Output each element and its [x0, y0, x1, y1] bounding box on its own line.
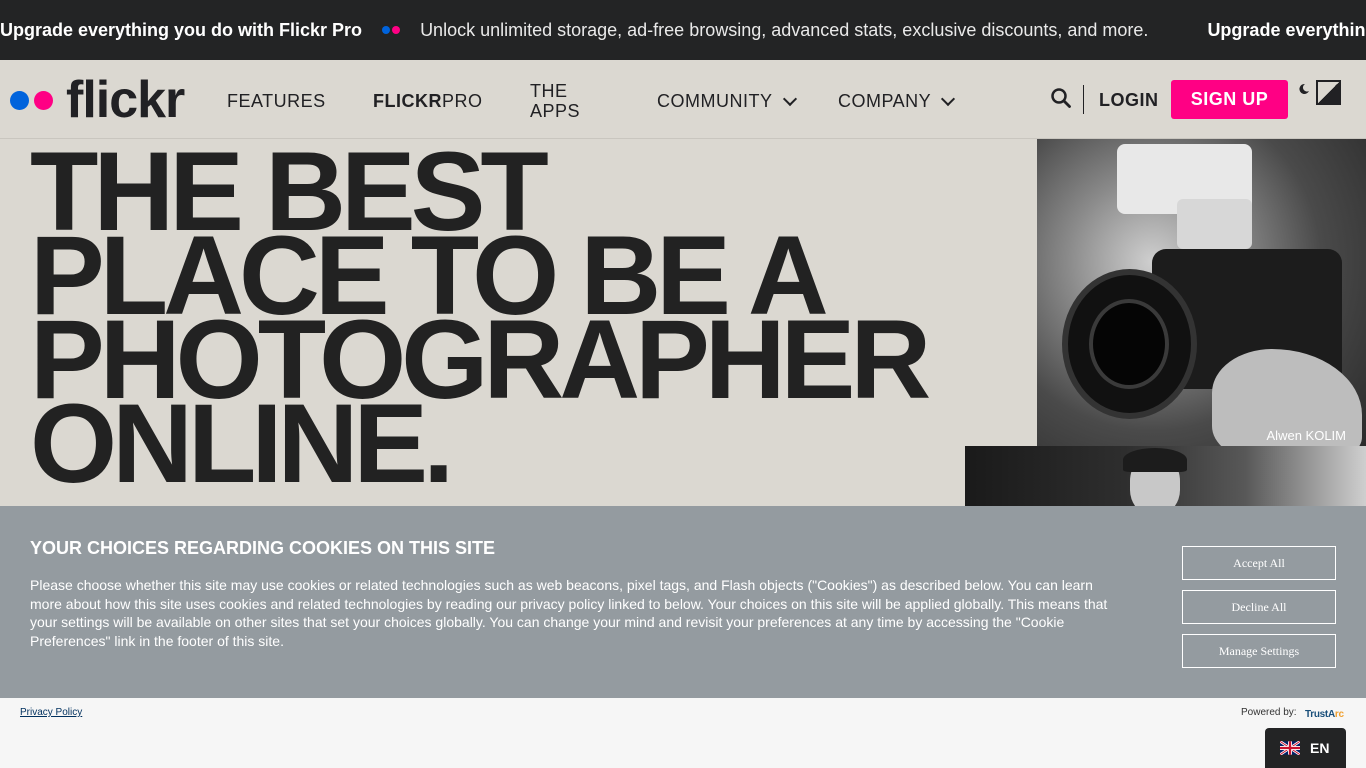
nav-features-label: FEATURES: [227, 91, 326, 111]
cookie-title: YOUR CHOICES REGARDING COOKIES ON THIS S…: [30, 538, 496, 558]
uk-flag-icon: [1280, 741, 1300, 755]
camera-flash-base-shape: [1177, 199, 1252, 249]
chevron-down-icon: [941, 91, 956, 106]
accept-all-button[interactable]: Accept All: [1182, 546, 1336, 580]
trustarc-logo-a: TrustA: [1305, 709, 1335, 720]
camera-lens-inner-shape: [1089, 299, 1169, 389]
nav-community-label: COMMUNITY: [657, 91, 773, 111]
signup-button[interactable]: SIGN UP: [1171, 80, 1288, 119]
promo-track: Upgrade everything you do with Flickr Pr…: [0, 0, 1366, 60]
hero-photo-camera: Alwen KOLIM: [1037, 139, 1366, 446]
nav-apps-line2: APPS: [530, 101, 581, 121]
login-link[interactable]: LOGIN: [1099, 90, 1159, 111]
nav-pro-rest: PRO: [442, 91, 483, 111]
trustarc-logo-b: rc: [1334, 709, 1344, 720]
hair-shape: [1123, 448, 1187, 472]
photo-credit[interactable]: Alwen KOLIM: [1267, 428, 1346, 443]
logo-blue-dot: [10, 90, 29, 110]
nav-flickr-pro[interactable]: FLICKR PRO: [373, 91, 483, 112]
cookie-description: Please choose whether this site may use …: [30, 577, 1108, 649]
language-code: EN: [1310, 740, 1330, 756]
promo-title: Upgrade everything you do with Flickr Pr…: [0, 19, 363, 40]
nav-company-label: COMPANY: [838, 91, 932, 111]
header-divider: [1083, 85, 1084, 114]
cookie-footer: Privacy Policy Powered by: TrustArc: [0, 698, 1366, 768]
nav-community[interactable]: COMMUNITY: [657, 91, 797, 112]
nav-features[interactable]: FEATURES: [227, 91, 326, 112]
trustarc-logo[interactable]: TrustArc: [1305, 709, 1344, 720]
promo-banner[interactable]: Upgrade everything you do with Flickr Pr…: [0, 0, 1366, 60]
cookie-consent-banner: YOUR CHOICES REGARDING COOKIES ON THIS S…: [0, 506, 1366, 698]
nav-the-apps[interactable]: THE APPS: [530, 81, 580, 121]
promo-message: Unlock unlimited storage, ad-free browsi…: [420, 19, 1149, 40]
flickr-logo[interactable]: flickr: [10, 74, 185, 126]
powered-by-label: Powered by:: [1241, 707, 1297, 718]
contrast-toggle-icon[interactable]: [1316, 80, 1341, 105]
hero-headline: THE BEST PLACE TO BE A PHOTOGRAPHER ONLI…: [30, 136, 931, 500]
logo-wordmark: flickr: [66, 71, 185, 129]
flickr-dots-icon: [382, 26, 401, 34]
promo-title-repeat: Upgrade everything you do with Flickr Pr…: [1207, 19, 1366, 40]
logo-pink-dot: [34, 90, 53, 110]
hero-photo-portrait: [965, 446, 1366, 506]
decline-all-button[interactable]: Decline All: [1182, 590, 1336, 624]
moon-icon[interactable]: [1298, 83, 1310, 95]
privacy-policy-link[interactable]: Privacy Policy: [20, 707, 82, 718]
nav-pro-bold: FLICKR: [373, 91, 442, 111]
manage-settings-button[interactable]: Manage Settings: [1182, 634, 1336, 668]
nav-apps-line1: THE: [530, 81, 568, 101]
search-icon[interactable]: [1051, 88, 1071, 108]
nav-company[interactable]: COMPANY: [838, 91, 956, 112]
chevron-down-icon: [782, 91, 797, 106]
language-selector[interactable]: EN: [1265, 728, 1346, 768]
